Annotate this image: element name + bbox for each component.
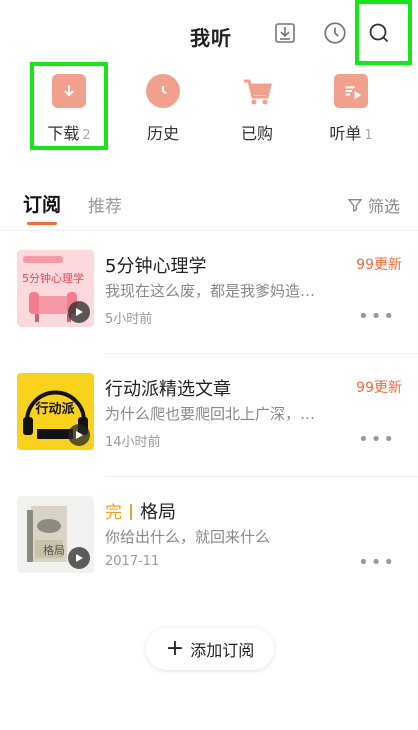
tab-bar: 订阅 推荐 筛选 xyxy=(0,184,418,231)
subscription-item[interactable]: 5分钟心理学 5分钟心理学 我现在这么废，都是我爹妈造… 5小时前 99更新 •… xyxy=(0,230,418,354)
quick-purchased-label: 已购 xyxy=(240,124,273,143)
tab-subscribed[interactable]: 订阅 xyxy=(23,190,61,217)
subscription-item[interactable]: 行动派 行动派精选文章 为什么爬也要爬回北上广深，… 14小时前 99更新 ••… xyxy=(0,353,418,477)
tag-separator xyxy=(130,504,132,520)
cover-title-text: 行动派 xyxy=(34,401,75,417)
cover-title-text: 格局 xyxy=(43,543,65,557)
tab-underline xyxy=(27,222,57,225)
playlist-icon xyxy=(334,74,368,108)
highlight-box-search xyxy=(355,0,412,65)
subscription-title: 行动派精选文章 xyxy=(105,379,231,400)
quick-history-button[interactable]: 历史 xyxy=(128,74,198,148)
more-icon[interactable]: ••• xyxy=(358,552,396,573)
album-cover[interactable]: 格局 xyxy=(17,496,94,573)
subscription-item[interactable]: 格局 完格局 你给出什么，就回来什么 2017-11 ••• xyxy=(0,476,418,600)
quick-playlist-button[interactable]: 听单 1 xyxy=(316,74,386,148)
subscription-time: 14小时前 xyxy=(105,435,161,450)
subscription-time: 5小时前 xyxy=(105,312,153,327)
more-icon[interactable]: ••• xyxy=(358,306,396,327)
subscription-title: 5分钟心理学 xyxy=(105,256,207,277)
subscription-title: 格局 xyxy=(140,502,176,523)
download-box-icon[interactable] xyxy=(268,16,302,50)
subscription-time: 2017-11 xyxy=(105,554,160,569)
clock-icon xyxy=(146,74,180,108)
plus-icon: + xyxy=(165,636,185,661)
play-icon[interactable] xyxy=(68,424,90,446)
subscription-description: 你给出什么，就回来什么 xyxy=(105,528,271,546)
tab-recommend[interactable]: 推荐 xyxy=(88,192,122,217)
more-icon[interactable]: ••• xyxy=(358,429,396,450)
filter-icon xyxy=(347,199,363,213)
add-subscription-label: 添加订阅 xyxy=(190,641,255,660)
filter-label: 筛选 xyxy=(367,197,400,216)
cart-icon xyxy=(240,74,274,108)
play-icon[interactable] xyxy=(68,547,90,569)
update-badge: 99更新 xyxy=(356,257,402,273)
quick-purchased-button[interactable]: 已购 xyxy=(222,74,292,148)
play-icon[interactable] xyxy=(68,301,90,323)
subscription-description: 为什么爬也要爬回北上广深，… xyxy=(105,405,316,423)
quick-playlist-count: 1 xyxy=(364,128,373,143)
update-badge: 99更新 xyxy=(356,380,402,396)
history-clock-icon[interactable] xyxy=(318,16,352,50)
album-cover[interactable]: 行动派 xyxy=(17,373,94,450)
add-subscription-button[interactable]: + 添加订阅 xyxy=(146,628,274,670)
highlight-box-download xyxy=(30,62,108,150)
filter-button[interactable]: 筛选 xyxy=(347,193,400,217)
top-bar: 我听 xyxy=(0,0,418,65)
subscription-description: 我现在这么废，都是我爹妈造… xyxy=(105,282,316,300)
cover-title-text: 5分钟心理学 xyxy=(22,271,84,285)
completed-tag: 完 xyxy=(105,503,122,523)
album-cover[interactable]: 5分钟心理学 xyxy=(17,250,94,327)
page-title: 我听 xyxy=(190,26,232,50)
subscription-title-line: 完格局 xyxy=(105,498,176,524)
quick-history-label: 历史 xyxy=(146,124,179,143)
quick-playlist-label: 听单 xyxy=(329,124,362,143)
quick-actions: 下载 2 历史 已购 听单 1 xyxy=(0,62,418,154)
